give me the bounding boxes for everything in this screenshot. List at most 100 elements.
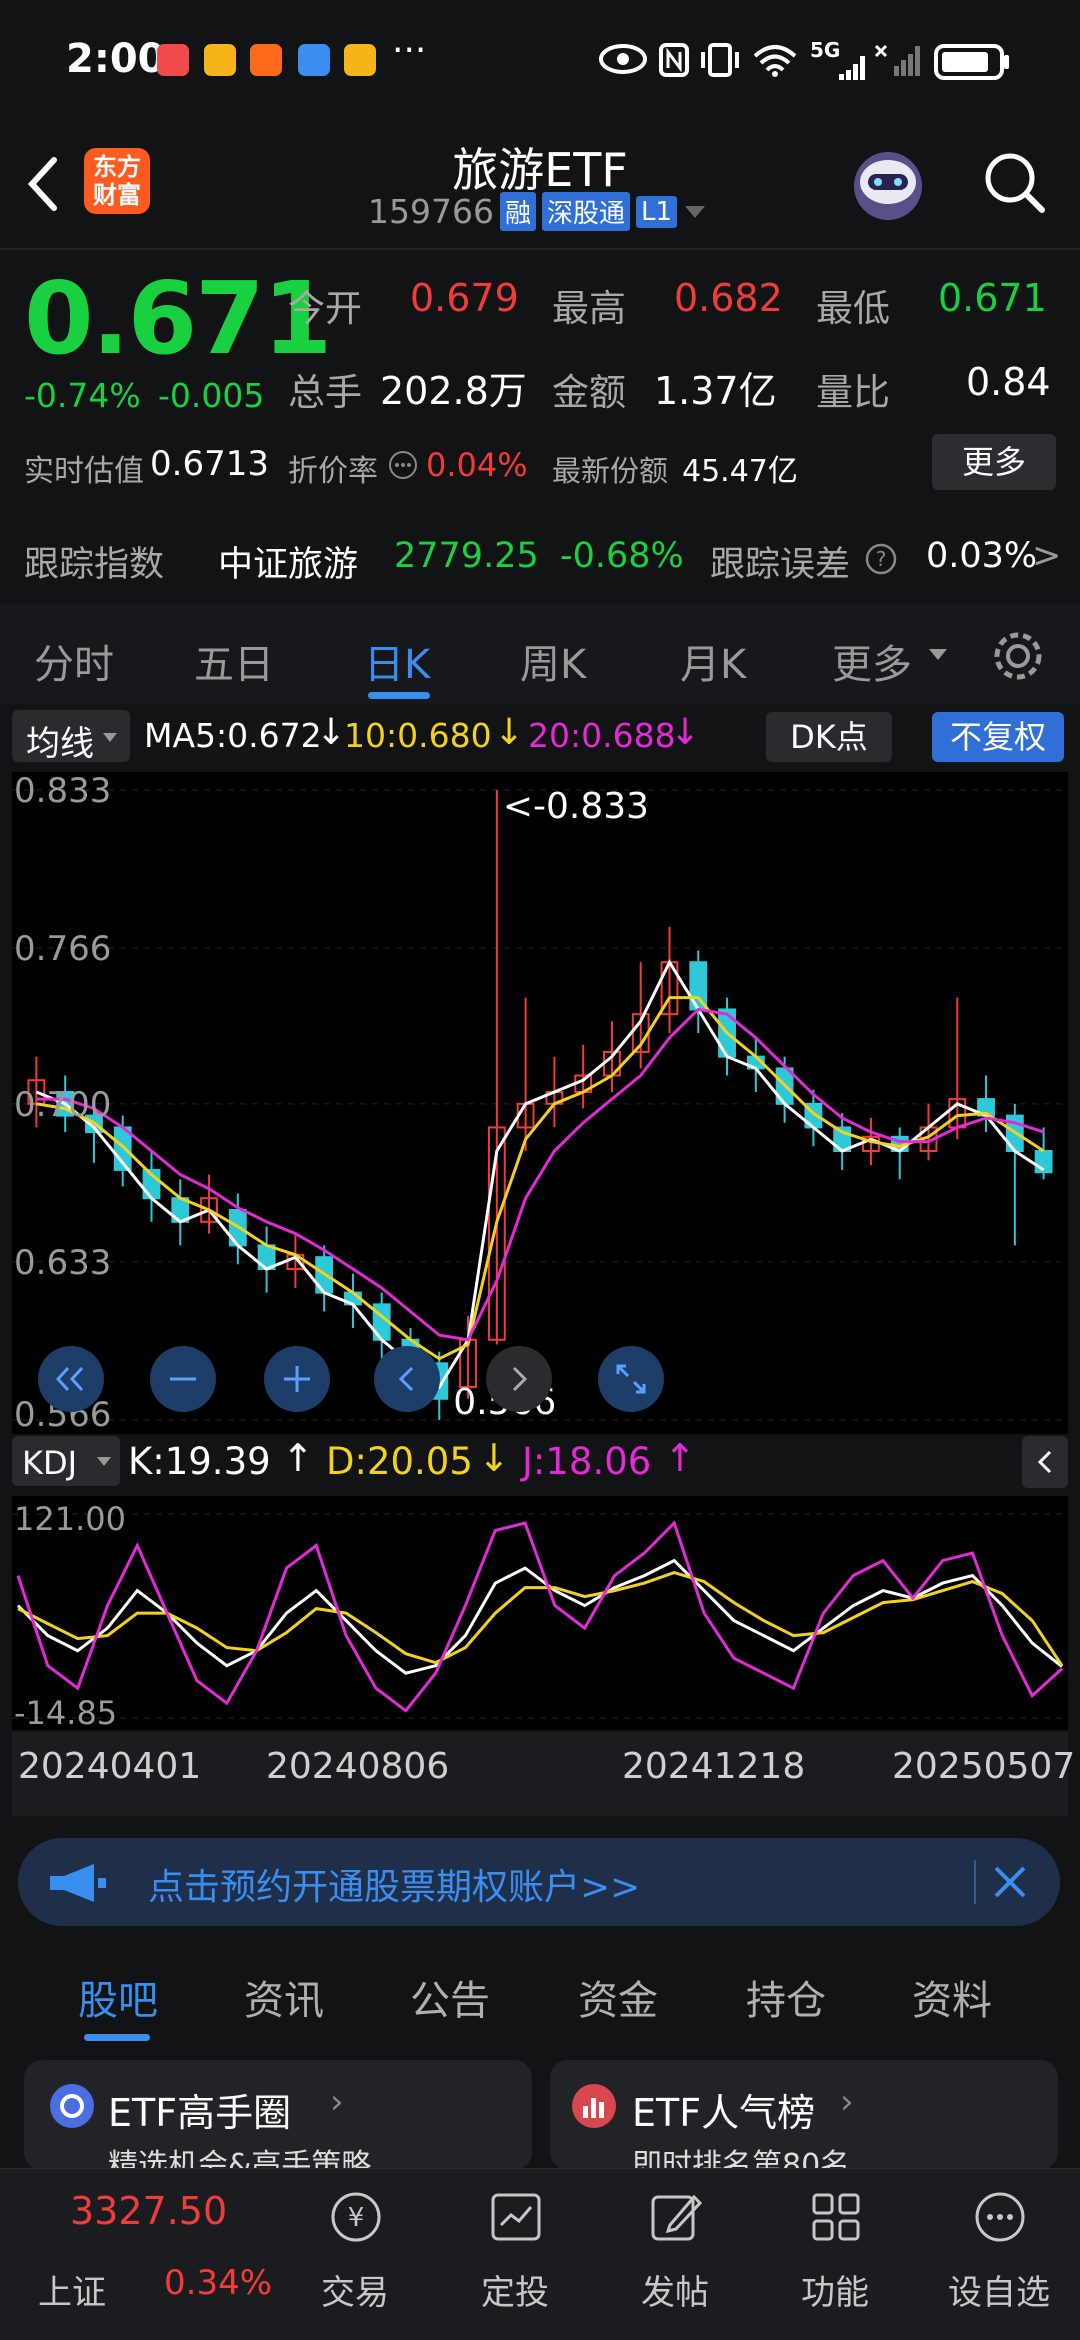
banner-text: 点击预约开通股票期权账户>> bbox=[148, 1867, 641, 1908]
y-tick-label: 0.700 bbox=[14, 1085, 111, 1125]
stock-code-line[interactable]: 159766 融 深股通 L1 bbox=[368, 192, 707, 231]
tab-guba[interactable]: 股吧 bbox=[78, 1968, 158, 2026]
scroll-right-button[interactable] bbox=[486, 1346, 552, 1412]
minus-icon bbox=[170, 1377, 196, 1381]
settings-gear-icon[interactable] bbox=[990, 628, 1046, 684]
open-label: 今开 bbox=[288, 287, 362, 330]
svg-text:¥: ¥ bbox=[348, 2203, 365, 2233]
close-icon[interactable] bbox=[990, 1862, 1030, 1902]
kdj-d-arrow: ↓ bbox=[478, 1436, 510, 1480]
shares-value: 45.47亿 bbox=[682, 454, 798, 489]
tracking-label: 跟踪指数 bbox=[24, 545, 165, 585]
nav-functions-label: 功能 bbox=[801, 2273, 869, 2313]
tab-holdings[interactable]: 持仓 bbox=[746, 1968, 826, 2026]
indicator-selector-label: 均线 bbox=[26, 724, 94, 764]
ma20-value: 20:0.688 bbox=[528, 716, 676, 755]
tracking-error-value: 0.03% bbox=[926, 536, 1038, 576]
double-chevron-left-icon bbox=[55, 1366, 84, 1392]
battery-icon bbox=[934, 44, 1009, 80]
indicator-selector[interactable]: 均线 bbox=[12, 710, 130, 764]
tab-monthly-k[interactable]: 月K bbox=[680, 632, 746, 690]
banner-divider bbox=[974, 1860, 976, 1904]
zoom-in-button[interactable] bbox=[264, 1346, 330, 1412]
stock-code: 159766 bbox=[368, 192, 494, 231]
tag-margin: 融 bbox=[499, 192, 536, 231]
tab-profile[interactable]: 资料 bbox=[912, 1968, 992, 2026]
high-label: 最高 bbox=[552, 287, 626, 330]
etf-popularity-card[interactable]: ETF人气榜 › 即时排名第80名 bbox=[550, 2060, 1058, 2183]
tag-connect: 深股通 bbox=[542, 192, 631, 231]
scroll-left-fast-button[interactable] bbox=[38, 1346, 104, 1412]
y-tick-label: 121.00 bbox=[14, 1500, 126, 1538]
nav-add-watchlist-label: 设自选 bbox=[948, 2273, 1050, 2313]
low-label: 最低 bbox=[816, 287, 890, 330]
nfc-icon bbox=[659, 43, 689, 77]
chevron-down-icon bbox=[103, 733, 117, 742]
status-time: 2:00 bbox=[66, 36, 166, 82]
y-tick-label: 0.833 bbox=[14, 772, 111, 811]
info-dots-icon[interactable] bbox=[388, 450, 418, 480]
edit-icon bbox=[651, 2194, 703, 2241]
y-tick-label: -14.85 bbox=[14, 1694, 117, 1730]
zoom-out-button[interactable] bbox=[150, 1346, 216, 1412]
adjust-button[interactable]: 不复权 bbox=[932, 712, 1064, 762]
search-icon[interactable] bbox=[980, 148, 1048, 216]
tab-news[interactable]: 资讯 bbox=[244, 1968, 324, 2026]
volume-value: 202.8万 bbox=[380, 369, 527, 413]
premium-value: 0.04% bbox=[426, 446, 528, 484]
cloud-icon bbox=[298, 44, 330, 76]
megaphone-icon bbox=[50, 1864, 106, 1902]
tab-more[interactable]: 更多 bbox=[832, 632, 912, 690]
tab-five-day[interactable]: 五日 bbox=[194, 632, 274, 690]
etf-experts-card[interactable]: ETF高手圈 › 精选机会&高手策略 bbox=[24, 2060, 532, 2183]
ma10-value: 10:0.680 bbox=[344, 716, 492, 755]
chevron-left-icon bbox=[398, 1366, 414, 1392]
premium-label: 折价率 bbox=[288, 454, 378, 489]
x-tick-2: 20240806 bbox=[266, 1746, 450, 1787]
x-tick-1: 20240401 bbox=[18, 1746, 202, 1787]
collapse-panel-button[interactable] bbox=[1022, 1436, 1068, 1488]
volume-ratio-label: 量比 bbox=[816, 371, 890, 414]
tab-announcements[interactable]: 公告 bbox=[410, 1968, 490, 2026]
index-value: 3327.50 bbox=[70, 2189, 228, 2233]
y-tick-label: 0.633 bbox=[14, 1243, 111, 1283]
card-title: ETF人气榜 bbox=[632, 2091, 816, 2135]
volume-label: 总手 bbox=[288, 371, 362, 414]
chevron-down-icon bbox=[97, 1457, 111, 1466]
active-tab-indicator bbox=[368, 692, 430, 699]
chevron-right-icon bbox=[512, 1366, 528, 1392]
kdj-selector[interactable]: KDJ bbox=[12, 1436, 120, 1486]
expand-icon bbox=[616, 1364, 646, 1394]
more-button[interactable]: 更多 bbox=[932, 434, 1056, 490]
tab-weekly-k[interactable]: 周K bbox=[520, 632, 586, 690]
tab-intraday[interactable]: 分时 bbox=[34, 632, 114, 690]
kdj-chart-svg[interactable]: 121.00 -14.85 bbox=[12, 1496, 1068, 1732]
tracking-index-row[interactable]: 跟踪指数 中证旅游 2779.25 -0.68% 跟踪误差 ? 0.03% > bbox=[0, 520, 1080, 600]
kline-chart[interactable]: 0.8330.7660.7000.6330.566<-0.8330.566 bbox=[12, 771, 1068, 1435]
scroll-left-button[interactable] bbox=[374, 1346, 440, 1412]
ma10-down-arrow: ↓ bbox=[494, 712, 525, 753]
header-divider bbox=[0, 248, 1080, 250]
robot-assistant-icon[interactable] bbox=[846, 142, 930, 226]
tab-funds[interactable]: 资金 bbox=[578, 1968, 658, 2026]
fullscreen-button[interactable] bbox=[598, 1346, 664, 1412]
period-tabs: 分时 五日 日K 周K 月K 更多 bbox=[0, 604, 1080, 704]
more-notifications-icon: ··· bbox=[392, 30, 427, 71]
kdj-chart[interactable]: 121.00 -14.85 bbox=[12, 1496, 1068, 1732]
weibo-icon bbox=[344, 44, 376, 76]
chevron-down-icon bbox=[685, 205, 706, 218]
plane-icon bbox=[250, 44, 282, 76]
open-value: 0.679 bbox=[410, 276, 519, 320]
options-account-banner[interactable]: 点击预约开通股票期权账户>> bbox=[18, 1838, 1060, 1926]
iopv-value: 0.6713 bbox=[150, 444, 269, 484]
shares-label: 最新份额 bbox=[552, 454, 669, 488]
chevron-right-icon: › bbox=[330, 2082, 344, 2122]
kline-chart-svg[interactable]: 0.8330.7660.7000.6330.566<-0.8330.566 bbox=[12, 771, 1068, 1435]
tracking-index-value: 2779.25 bbox=[394, 536, 539, 576]
tab-daily-k[interactable]: 日K bbox=[364, 632, 430, 690]
help-icon[interactable]: ? bbox=[864, 542, 898, 576]
status-bar: 2:00 ··· 5G bbox=[0, 0, 1080, 120]
kdj-k-arrow: ↑ bbox=[282, 1436, 314, 1480]
grid-icon bbox=[812, 2193, 860, 2241]
dk-point-button[interactable]: DK点 bbox=[766, 712, 892, 762]
